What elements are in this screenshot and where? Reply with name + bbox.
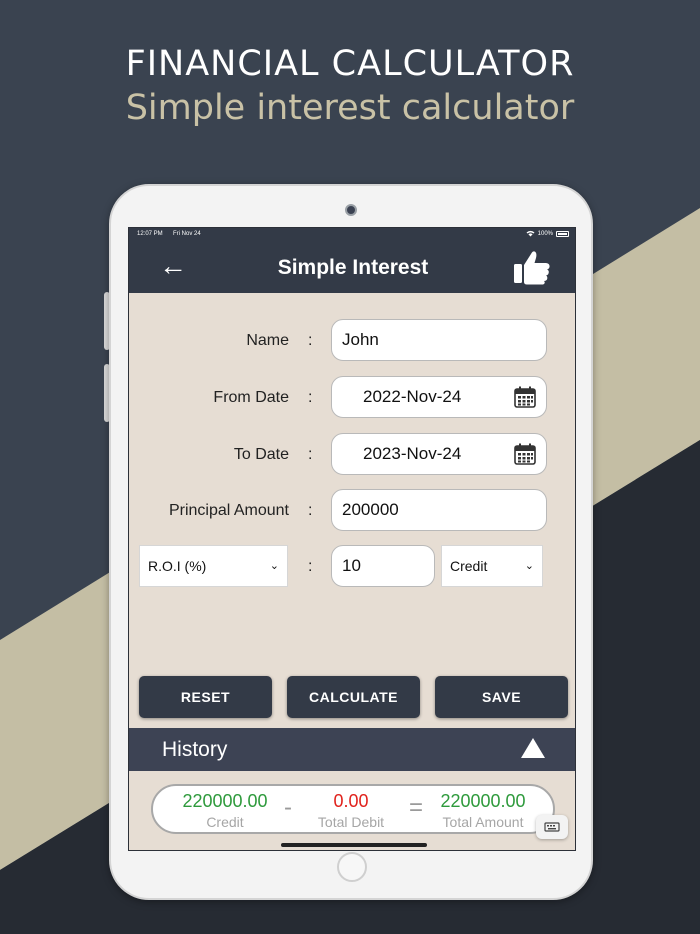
to-date-value: 2023-Nov-24 — [363, 444, 462, 463]
chevron-down-icon: ⌄ — [524, 560, 534, 572]
roi-colon: : — [308, 558, 313, 575]
credit-value: 220000.00 — [182, 791, 268, 811]
thumbs-up-icon[interactable] — [513, 249, 551, 285]
type-select[interactable]: Credit ⌄ — [441, 545, 543, 587]
home-button[interactable] — [337, 852, 367, 882]
save-button[interactable]: SAVE — [435, 676, 568, 718]
navbar: ← Simple Interest — [129, 240, 575, 293]
wifi-icon — [526, 230, 535, 237]
summary-card: 220000.00 Credit - 0.00 Total Debit = 22… — [151, 784, 555, 834]
roi-input[interactable]: 10 — [331, 545, 435, 587]
name-colon: : — [308, 332, 313, 349]
promo-headline: FINANCIAL CALCULATOR — [125, 44, 575, 84]
calculate-button[interactable]: CALCULATE — [287, 676, 420, 718]
reset-button[interactable]: RESET — [139, 676, 272, 718]
to-date-colon: : — [308, 446, 313, 463]
from-date-field[interactable]: 2022-Nov-24 — [331, 376, 547, 418]
debit-value: 0.00 — [333, 791, 369, 811]
battery-icon — [556, 231, 569, 237]
calendar-icon[interactable] — [514, 443, 536, 465]
status-date: Fri Nov 24 — [173, 231, 201, 237]
principal-input[interactable]: 200000 — [331, 489, 547, 531]
from-date-label: From Date — [213, 389, 289, 406]
total-value: 220000.00 — [440, 791, 526, 811]
credit-label: Credit — [206, 814, 244, 830]
debit-label: Total Debit — [317, 814, 385, 830]
total-label: Total Amount — [442, 814, 524, 830]
keyboard-icon[interactable] — [536, 815, 568, 839]
history-bar[interactable]: History — [129, 728, 575, 771]
to-date-field[interactable]: 2023-Nov-24 — [331, 433, 547, 475]
from-date-value: 2022-Nov-24 — [363, 387, 462, 406]
battery-percent: 100% — [537, 231, 553, 237]
principal-colon: : — [308, 502, 313, 519]
name-input[interactable]: John — [331, 319, 547, 361]
from-date-colon: : — [308, 389, 313, 406]
promo-subheadline: Simple interest calculator — [125, 88, 575, 128]
page-title: Simple Interest — [277, 256, 429, 279]
to-date-label: To Date — [233, 446, 289, 463]
home-indicator — [281, 843, 427, 847]
type-select-label: Credit — [450, 558, 488, 574]
chevron-down-icon: ⌄ — [269, 560, 279, 572]
collapse-triangle-icon[interactable] — [521, 738, 545, 758]
principal-label: Principal Amount — [168, 502, 289, 519]
calendar-icon[interactable] — [514, 386, 536, 408]
status-time: 12:07 PM — [137, 231, 163, 237]
status-bar: 12:07 PM Fri Nov 24 100% — [129, 228, 575, 240]
roi-select-label: R.O.I (%) — [148, 558, 207, 574]
roi-select[interactable]: R.O.I (%) ⌄ — [139, 545, 288, 587]
name-label: Name — [246, 332, 289, 349]
app-screen: 12:07 PM Fri Nov 24 100% ← Simple Intere… — [128, 227, 576, 851]
history-label: History — [162, 738, 228, 761]
camera-icon — [345, 204, 357, 216]
